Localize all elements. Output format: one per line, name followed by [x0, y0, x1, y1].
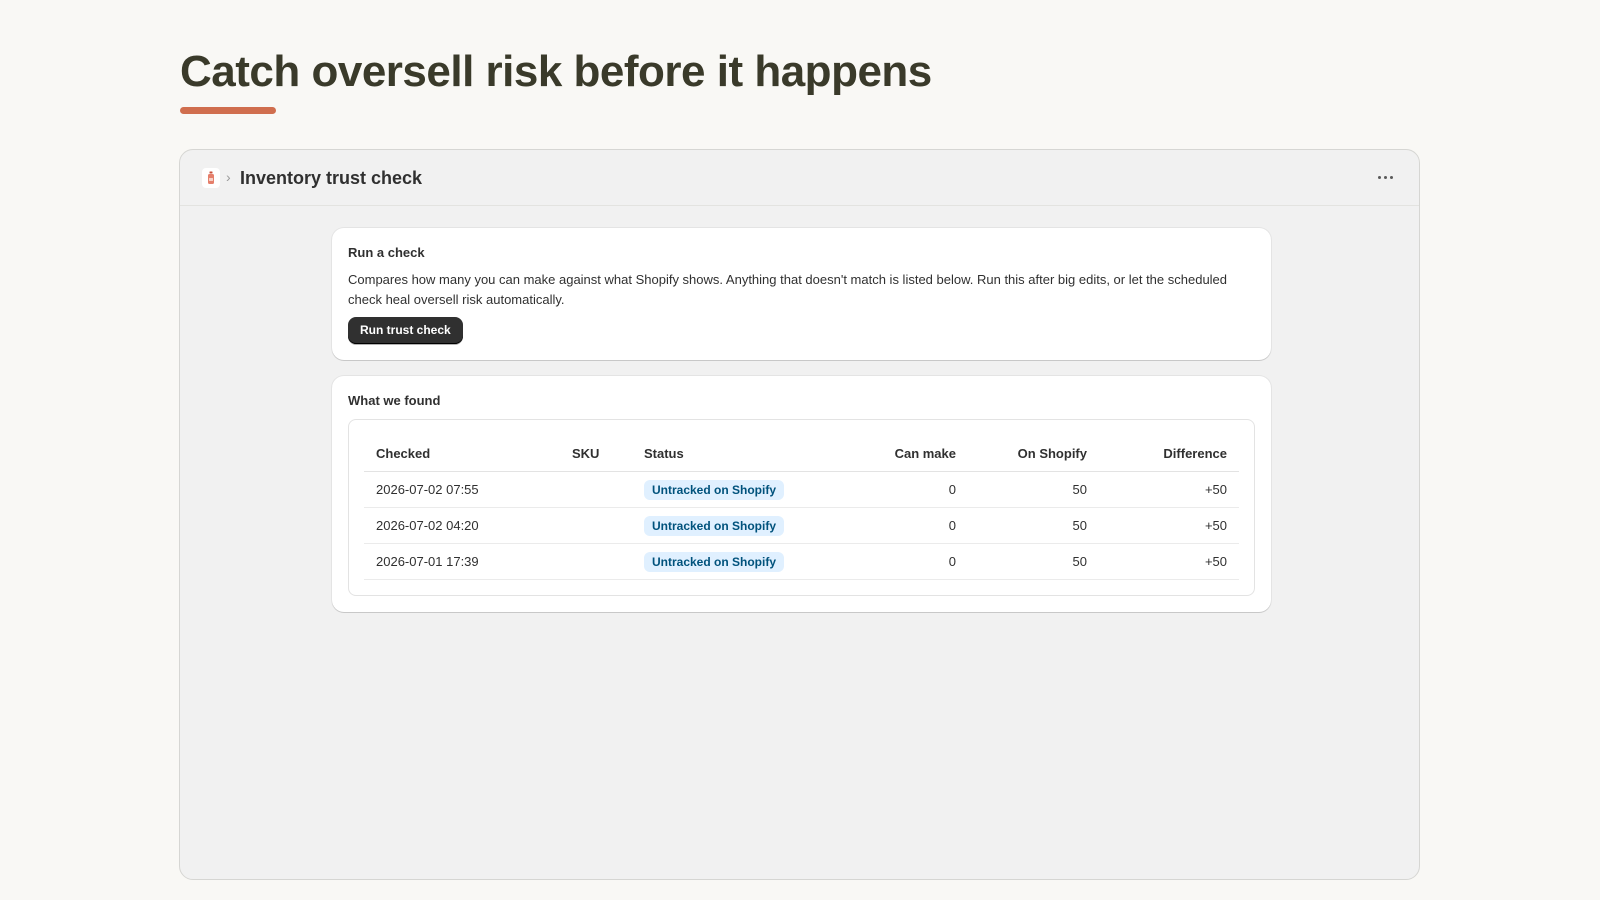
status-badge: Untracked on Shopify	[644, 551, 785, 572]
cell-can-make: 0	[832, 471, 968, 508]
cell-status: Untracked on Shopify	[632, 507, 832, 544]
results-title: What we found	[348, 393, 441, 408]
cell-difference: +50	[1099, 507, 1239, 544]
results-card: What we found Checked SKU Status Can mak…	[332, 376, 1271, 612]
run-check-card: Run a check Compares how many you can ma…	[332, 228, 1271, 360]
table-row: 2026-07-01 17:39 Untracked on Shopify 0 …	[364, 543, 1239, 580]
column-header-checked: Checked	[364, 435, 560, 472]
cell-difference: +50	[1099, 543, 1239, 580]
column-header-on-shopify: On Shopify	[968, 435, 1099, 472]
cell-on-shopify: 50	[968, 543, 1099, 580]
results-table-frame: Checked SKU Status Can make On Shopify D…	[348, 419, 1255, 596]
column-header-sku: SKU	[560, 435, 632, 472]
cell-checked: 2026-07-01 17:39	[364, 543, 560, 580]
results-table: Checked SKU Status Can make On Shopify D…	[364, 435, 1239, 580]
status-badge: Untracked on Shopify	[644, 515, 785, 536]
table-row: 2026-07-02 07:55 Untracked on Shopify 0 …	[364, 471, 1239, 508]
cell-sku	[560, 507, 632, 544]
status-badge: Untracked on Shopify	[644, 479, 785, 500]
window-title: Inventory trust check	[240, 168, 423, 188]
breadcrumb-separator: ›	[226, 169, 231, 185]
cell-on-shopify: 50	[968, 471, 1099, 508]
cell-can-make: 0	[832, 543, 968, 580]
cell-status: Untracked on Shopify	[632, 471, 832, 508]
column-header-can-make: Can make	[832, 435, 968, 472]
cell-sku	[560, 471, 632, 508]
bottle-icon	[202, 168, 220, 188]
column-header-difference: Difference	[1099, 435, 1239, 472]
cell-can-make: 0	[832, 507, 968, 544]
run-trust-check-button[interactable]: Run trust check	[348, 317, 463, 344]
page-headline: Catch oversell risk before it happens	[180, 47, 932, 96]
table-row: 2026-07-02 04:20 Untracked on Shopify 0 …	[364, 507, 1239, 544]
cell-on-shopify: 50	[968, 507, 1099, 544]
column-header-status: Status	[632, 435, 832, 472]
headline-underline	[180, 107, 276, 114]
cell-checked: 2026-07-02 04:20	[364, 507, 560, 544]
table-header-row: Checked SKU Status Can make On Shopify D…	[364, 435, 1239, 472]
cell-sku	[560, 543, 632, 580]
run-check-title: Run a check	[348, 245, 425, 260]
more-horizontal-icon	[1377, 175, 1381, 179]
run-check-description: Compares how many you can make against w…	[348, 272, 1228, 307]
cell-checked: 2026-07-02 07:55	[364, 471, 560, 508]
more-actions-button[interactable]	[1373, 166, 1397, 188]
cell-difference: +50	[1099, 471, 1239, 508]
cell-status: Untracked on Shopify	[632, 543, 832, 580]
window-titlebar: › Inventory trust check	[180, 150, 1419, 206]
